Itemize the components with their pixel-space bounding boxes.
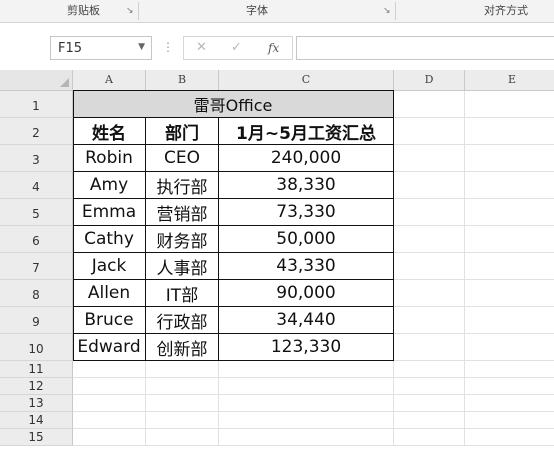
empty-cell[interactable] — [73, 395, 146, 412]
row-header-14[interactable]: 14 — [0, 412, 73, 429]
chevron-down-icon[interactable]: ▼ — [138, 42, 145, 52]
ribbon-group-alignment: 对齐方式 — [484, 4, 528, 17]
row-header-13[interactable]: 13 — [0, 395, 73, 412]
row-header-8[interactable]: 8 — [0, 280, 73, 307]
column-header-d[interactable]: D — [394, 70, 465, 91]
row-header-2[interactable]: 2 — [0, 118, 73, 145]
formula-input[interactable] — [296, 36, 554, 60]
row-header-9[interactable]: 9 — [0, 307, 73, 334]
spreadsheet-grid: A B C D E 1 2 3 4 5 6 7 8 9 10 11 12 13 14 15 雷哥Office 姓名 部门 1月… — [0, 70, 554, 452]
row-header-5[interactable]: 5 — [0, 199, 73, 226]
column-header-b[interactable]: B — [146, 70, 219, 91]
data-cell-name[interactable]: Bruce — [73, 307, 146, 334]
empty-cell[interactable] — [146, 378, 219, 395]
row-header-7[interactable]: 7 — [0, 253, 73, 280]
font-launcher-icon[interactable]: ↘ — [383, 6, 391, 16]
name-box-value: F15 — [58, 41, 83, 56]
column-header-a[interactable]: A — [73, 70, 146, 91]
formula-buttons: ✕ ✓ fx — [183, 36, 293, 60]
ribbon-separator — [138, 2, 139, 20]
data-cell-salary[interactable]: 73,330 — [219, 199, 394, 226]
cancel-icon[interactable]: ✕ — [196, 40, 207, 55]
data-cell-name[interactable]: Amy — [73, 172, 146, 199]
data-cell-dept[interactable]: CEO — [146, 145, 219, 172]
empty-cell[interactable] — [73, 361, 146, 378]
empty-cell[interactable] — [146, 412, 219, 429]
select-all-icon — [60, 78, 69, 87]
empty-cell[interactable] — [219, 378, 394, 395]
data-cell-dept[interactable]: 人事部 — [146, 253, 219, 280]
drag-handle-icon[interactable]: ⋮ — [162, 40, 174, 54]
name-box[interactable]: F15 ▼ — [50, 36, 152, 60]
row-header-10[interactable]: 10 — [0, 334, 73, 361]
data-cell-dept[interactable]: 执行部 — [146, 172, 219, 199]
column-header-e[interactable]: E — [465, 70, 554, 91]
data-cell-dept[interactable]: 行政部 — [146, 307, 219, 334]
data-cell-name[interactable]: Edward — [73, 334, 146, 361]
row-header-12[interactable]: 12 — [0, 378, 73, 395]
data-cell-name[interactable]: Robin — [73, 145, 146, 172]
select-all-button[interactable] — [0, 70, 73, 91]
ribbon-separator — [395, 2, 396, 20]
data-cell-name[interactable]: Allen — [73, 280, 146, 307]
row-header-4[interactable]: 4 — [0, 172, 73, 199]
empty-cell[interactable] — [73, 412, 146, 429]
data-cell-salary[interactable]: 90,000 — [219, 280, 394, 307]
header-cell[interactable]: 1月~5月工资汇总 — [219, 118, 394, 145]
data-cell-name[interactable]: Emma — [73, 199, 146, 226]
row-header-15[interactable]: 15 — [0, 429, 73, 446]
enter-icon[interactable]: ✓ — [231, 40, 242, 55]
empty-cell[interactable] — [219, 429, 394, 446]
data-cell-salary[interactable]: 123,330 — [219, 334, 394, 361]
empty-cell[interactable] — [146, 429, 219, 446]
row-header-6[interactable]: 6 — [0, 226, 73, 253]
data-cell-name[interactable]: Cathy — [73, 226, 146, 253]
data-cell-dept[interactable]: 财务部 — [146, 226, 219, 253]
ribbon-group-font: 字体 — [246, 4, 268, 17]
clipboard-launcher-icon[interactable]: ↘ — [126, 6, 134, 16]
row-header-3[interactable]: 3 — [0, 145, 73, 172]
data-cell-salary[interactable]: 240,000 — [219, 145, 394, 172]
ribbon-group-labels: 剪贴板 ↘ 字体 ↘ 对齐方式 — [0, 0, 554, 23]
ribbon-gap — [0, 23, 554, 33]
data-cell-dept[interactable]: IT部 — [146, 280, 219, 307]
title-cell[interactable]: 雷哥Office — [73, 91, 394, 118]
data-cell-name[interactable]: Jack — [73, 253, 146, 280]
data-cell-salary[interactable]: 43,330 — [219, 253, 394, 280]
empty-cell[interactable] — [146, 395, 219, 412]
empty-cell[interactable] — [146, 361, 219, 378]
header-cell[interactable]: 部门 — [146, 118, 219, 145]
row-header-1[interactable]: 1 — [0, 91, 73, 118]
data-cell-salary[interactable]: 50,000 — [219, 226, 394, 253]
data-cell-salary[interactable]: 38,330 — [219, 172, 394, 199]
data-cell-salary[interactable]: 34,440 — [219, 307, 394, 334]
data-cell-dept[interactable]: 营销部 — [146, 199, 219, 226]
insert-function-icon[interactable]: fx — [268, 41, 279, 55]
empty-cell[interactable] — [219, 395, 394, 412]
empty-cell[interactable] — [73, 429, 146, 446]
row-header-11[interactable]: 11 — [0, 361, 73, 378]
formula-bar: F15 ▼ ⋮ ✕ ✓ fx — [0, 33, 554, 65]
empty-cell[interactable] — [219, 361, 394, 378]
empty-cell[interactable] — [219, 412, 394, 429]
header-cell[interactable]: 姓名 — [73, 118, 146, 145]
ribbon-group-clipboard: 剪贴板 — [67, 4, 100, 17]
empty-cell[interactable] — [73, 378, 146, 395]
data-cell-dept[interactable]: 创新部 — [146, 334, 219, 361]
column-header-c[interactable]: C — [219, 70, 394, 91]
